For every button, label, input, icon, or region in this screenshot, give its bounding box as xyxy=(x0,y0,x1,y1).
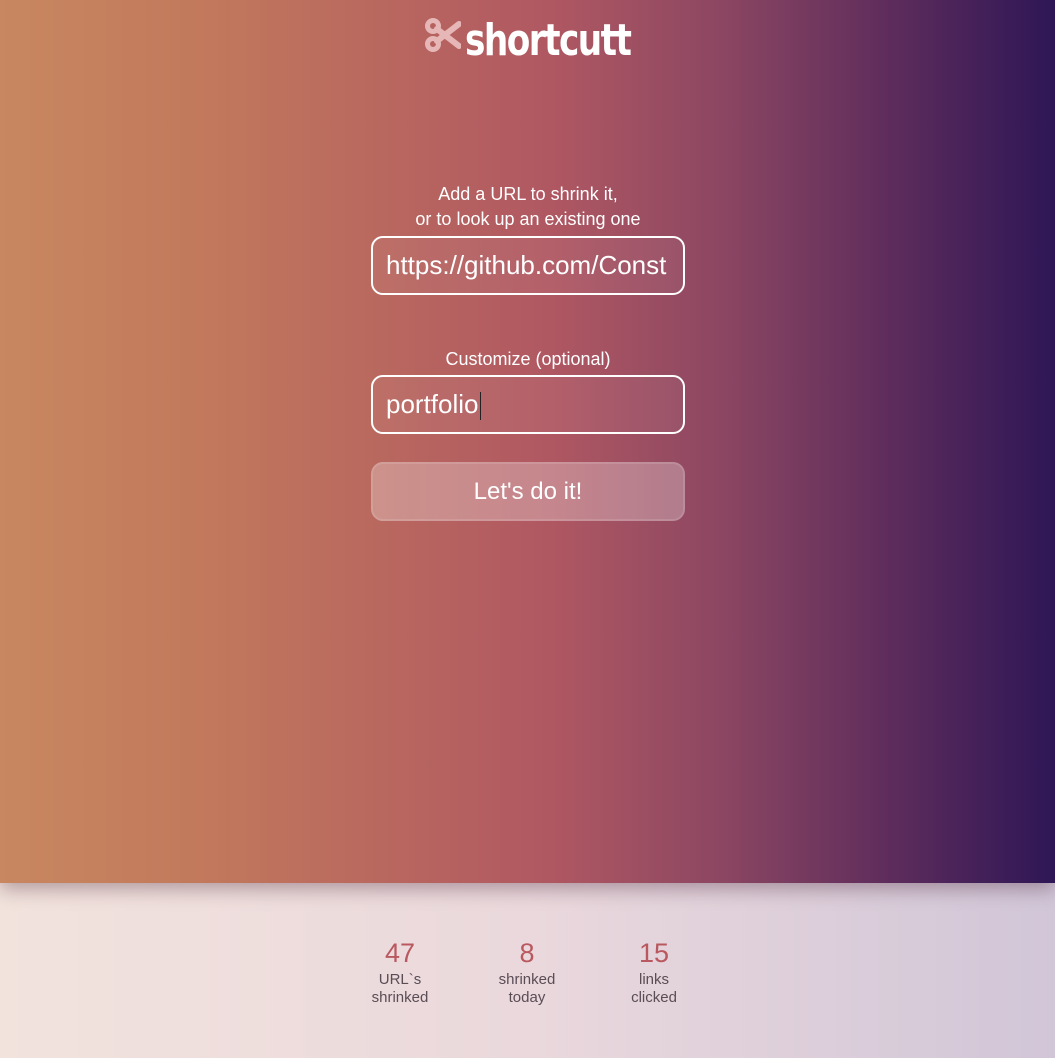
brand-logo[interactable]: shortcutt xyxy=(0,14,1055,66)
stat-label-line2: shrinked xyxy=(371,989,429,1006)
stat-label: shrinked today xyxy=(472,971,582,1007)
stat-label: links clicked xyxy=(599,971,709,1007)
url-label-line2: or to look up an existing one xyxy=(415,209,641,229)
stat-value: 8 xyxy=(519,938,535,968)
custom-alias-input[interactable]: portfolio xyxy=(371,375,685,434)
url-input[interactable]: https://github.com/Const xyxy=(371,236,685,295)
url-label-line1: Add a URL to shrink it, xyxy=(438,184,618,204)
scissors-icon xyxy=(424,13,462,63)
url-label: Add a URL to shrink it, or to look up an… xyxy=(371,182,685,232)
url-input-value: https://github.com/Const xyxy=(386,250,667,280)
hero-section: shortcutt Add a URL to shrink it, or to … xyxy=(0,0,1055,883)
stats-footer: 47 URL`s shrinked 8 shrinked today 15 li… xyxy=(0,883,1055,1058)
stat-label-line1: shrinked xyxy=(498,971,556,988)
custom-label: Customize (optional) xyxy=(445,349,611,369)
stat-shrinked-today: 8 shrinked today xyxy=(472,939,582,1007)
stat-value: 15 xyxy=(638,938,670,968)
stat-label: URL`s shrinked xyxy=(345,971,455,1007)
brand-name: shortcutt xyxy=(464,15,632,66)
stat-links-clicked: 15 links clicked xyxy=(599,939,709,1007)
stat-label-line1: links xyxy=(638,971,669,988)
text-caret xyxy=(479,392,481,421)
stat-label-line2: today xyxy=(508,989,546,1006)
submit-button[interactable]: Let's do it! xyxy=(371,462,685,521)
stat-label-line1: URL`s xyxy=(378,971,422,988)
stat-total-shrinked: 47 URL`s shrinked xyxy=(345,939,455,1007)
shorten-form: Add a URL to shrink it, or to look up an… xyxy=(371,182,685,521)
stat-value: 47 xyxy=(384,938,416,968)
custom-input-value: portfolio xyxy=(386,389,479,419)
stat-label-line2: clicked xyxy=(631,989,677,1006)
